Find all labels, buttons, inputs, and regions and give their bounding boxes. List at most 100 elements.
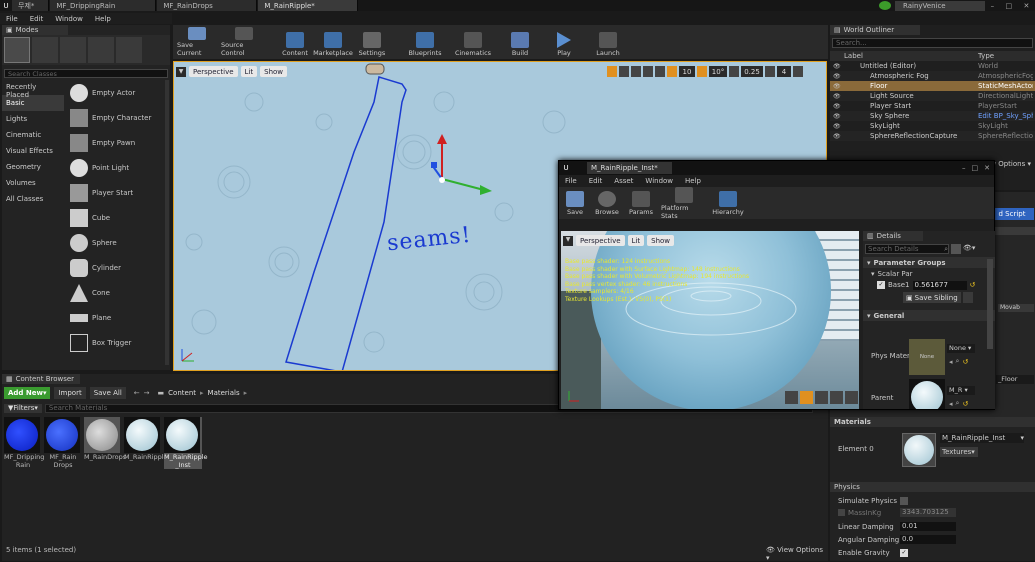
scalar-par-row[interactable]: ▾ Scalar Par (863, 268, 995, 279)
scale-icon[interactable] (631, 66, 641, 77)
cube-icon[interactable] (830, 391, 843, 404)
asset-tile[interactable]: M_RainDrops (84, 417, 126, 461)
outliner-row[interactable]: 👁 Player Start PlayerStart (830, 101, 1035, 111)
menu-edit[interactable]: Edit (583, 177, 609, 185)
minimize-icon[interactable]: – (991, 2, 995, 10)
minimize-icon[interactable]: – (962, 164, 966, 172)
type-column-header[interactable]: Type (978, 52, 994, 60)
source-control-status-icon[interactable] (879, 1, 891, 10)
rotate-icon[interactable] (619, 66, 629, 77)
mie-platform-stats-button[interactable]: Platform Stats (661, 186, 707, 220)
sphere-icon[interactable] (800, 391, 813, 404)
simulate-physics-checkbox[interactable] (900, 497, 908, 505)
add-new-button[interactable]: Add New ▾ (4, 387, 51, 399)
category-geometry[interactable]: Geometry (2, 159, 64, 175)
menu-window[interactable]: Window (49, 15, 89, 23)
filters-button[interactable]: ▼ Filters ▾ (4, 403, 42, 413)
search-classes-input[interactable]: Search Classes (4, 69, 168, 78)
parent-dropdown[interactable]: M_R ▾ (947, 386, 975, 395)
asset-tile[interactable]: MF_Dripping Rain (4, 417, 44, 469)
category-volumes[interactable]: Volumes (2, 175, 64, 191)
close-icon[interactable]: ✕ (984, 164, 990, 172)
category-cinematic[interactable]: Cinematic (2, 127, 64, 143)
list-item[interactable]: Empty Character (66, 105, 162, 130)
visibility-eye-icon[interactable]: 👁 (830, 73, 844, 80)
enable-gravity-checkbox[interactable]: ✓ (900, 549, 908, 557)
add-script-button[interactable]: d Script (990, 208, 1034, 220)
landscape-mode-icon[interactable] (60, 37, 86, 63)
custom-mesh-icon[interactable] (845, 391, 858, 404)
parameter-groups-header[interactable]: ▾ Parameter Groups (863, 257, 995, 268)
rotation-snap-value[interactable]: 10° (709, 66, 727, 77)
launch-button[interactable]: Launch (593, 27, 623, 57)
place-mode-icon[interactable] (4, 37, 30, 63)
back-arrow-icon[interactable]: ← (134, 389, 140, 397)
grid-snap-value[interactable]: 10 (679, 66, 695, 77)
base1-checkbox[interactable]: ✓ (877, 281, 885, 289)
grid-view-icon[interactable] (951, 244, 961, 254)
menu-window[interactable]: Window (639, 177, 679, 185)
category-recently-placed[interactable]: Recently Placed (2, 79, 64, 99)
menu-help[interactable]: Help (679, 177, 707, 185)
material-dropdown[interactable]: M_RainRipple_Inst ▾ (940, 433, 1024, 443)
scale-snap-value[interactable]: 0.25 (741, 66, 763, 77)
outliner-row[interactable]: 👁 Sky Sphere Edit BP_Sky_Sph (830, 111, 1035, 121)
perspective-button[interactable]: Perspective (189, 66, 238, 77)
tab-untitled[interactable]: 무제* (12, 0, 50, 11)
blueprints-button[interactable]: Blueprints (405, 27, 445, 57)
path-materials[interactable]: Materials (208, 389, 240, 397)
category-visual-effects[interactable]: Visual Effects (2, 143, 64, 159)
list-item[interactable]: Point Light (66, 155, 162, 180)
phys-material-thumbnail[interactable]: None (909, 339, 945, 375)
path-content[interactable]: Content (168, 389, 196, 397)
visibility-eye-icon[interactable]: 👁 (830, 83, 844, 90)
mie-details-tab[interactable]: ▥ Details (863, 231, 923, 241)
modes-scrollbar[interactable] (165, 80, 169, 365)
linear-damping-field[interactable]: 0.01 (900, 522, 956, 531)
mie-params-button[interactable]: Params (627, 190, 655, 216)
menu-help[interactable]: Help (89, 15, 117, 23)
camera-speed-icon[interactable] (765, 66, 775, 77)
list-item[interactable]: Empty Pawn (66, 130, 162, 155)
back-arrow-icon[interactable]: ◂ (949, 400, 953, 408)
reset-icon[interactable]: ↺ (962, 400, 968, 408)
general-header[interactable]: ▾ General (863, 310, 995, 321)
list-item[interactable]: Cube (66, 205, 162, 230)
modes-tab[interactable]: ▣ Modes (2, 25, 68, 35)
outliner-row[interactable]: 👁 SkyLight SkyLight (830, 121, 1035, 131)
list-item[interactable]: Cylinder (66, 255, 162, 280)
menu-asset[interactable]: Asset (608, 177, 639, 185)
world-outliner-tab[interactable]: ▤ World Outliner (830, 25, 920, 35)
mie-hierarchy-button[interactable]: Hierarchy (712, 190, 744, 216)
visibility-eye-icon[interactable]: 👁 (830, 103, 844, 110)
back-arrow-icon[interactable]: ◂ (949, 358, 953, 366)
tab-mf-raindrops[interactable]: MF_RainDrops (157, 0, 258, 11)
mie-viewport-menu-button[interactable]: ▼ (563, 235, 573, 246)
play-button[interactable]: Play (549, 27, 579, 57)
mass-checkbox[interactable] (838, 509, 845, 516)
physics-section-header[interactable]: Physics (830, 482, 1035, 492)
reset-icon[interactable]: ↺ (970, 281, 976, 289)
material-thumbnail[interactable] (902, 433, 936, 467)
list-item[interactable]: Box Trigger (66, 330, 162, 355)
visibility-eye-icon[interactable]: 👁 (830, 93, 844, 100)
mie-preview-viewport[interactable]: ▼ Perspective Lit Show Base pass shader:… (561, 231, 859, 409)
outliner-row[interactable]: 👁 Untitled (Editor) World (830, 61, 1035, 71)
world-local-icon[interactable] (643, 66, 653, 77)
list-item[interactable]: Cone (66, 280, 162, 305)
content-view-options[interactable]: 👁 View Options ▾ (766, 546, 828, 562)
maximize-icon[interactable]: □ (1005, 2, 1012, 10)
outliner-row[interactable]: 👁 Floor StaticMeshActor (830, 81, 1035, 91)
asset-tile[interactable]: MF_Rain Drops (44, 417, 82, 469)
asset-tile-selected[interactable]: M_RainRipple _Inst (164, 417, 208, 469)
source-control-button[interactable]: Source Control (221, 27, 267, 57)
category-lights[interactable]: Lights (2, 111, 64, 127)
list-item[interactable]: Player Start (66, 180, 162, 205)
outliner-row[interactable]: 👁 SphereReflectionCapture SphereReflection… (830, 131, 1035, 141)
geometry-mode-icon[interactable] (116, 37, 142, 63)
materials-section-header[interactable]: Materials (830, 417, 1035, 427)
maximize-viewport-icon[interactable] (793, 66, 803, 77)
search-icon[interactable]: ⌕ (956, 399, 960, 408)
plane-icon[interactable] (815, 391, 828, 404)
mie-perspective-button[interactable]: Perspective (576, 235, 625, 246)
